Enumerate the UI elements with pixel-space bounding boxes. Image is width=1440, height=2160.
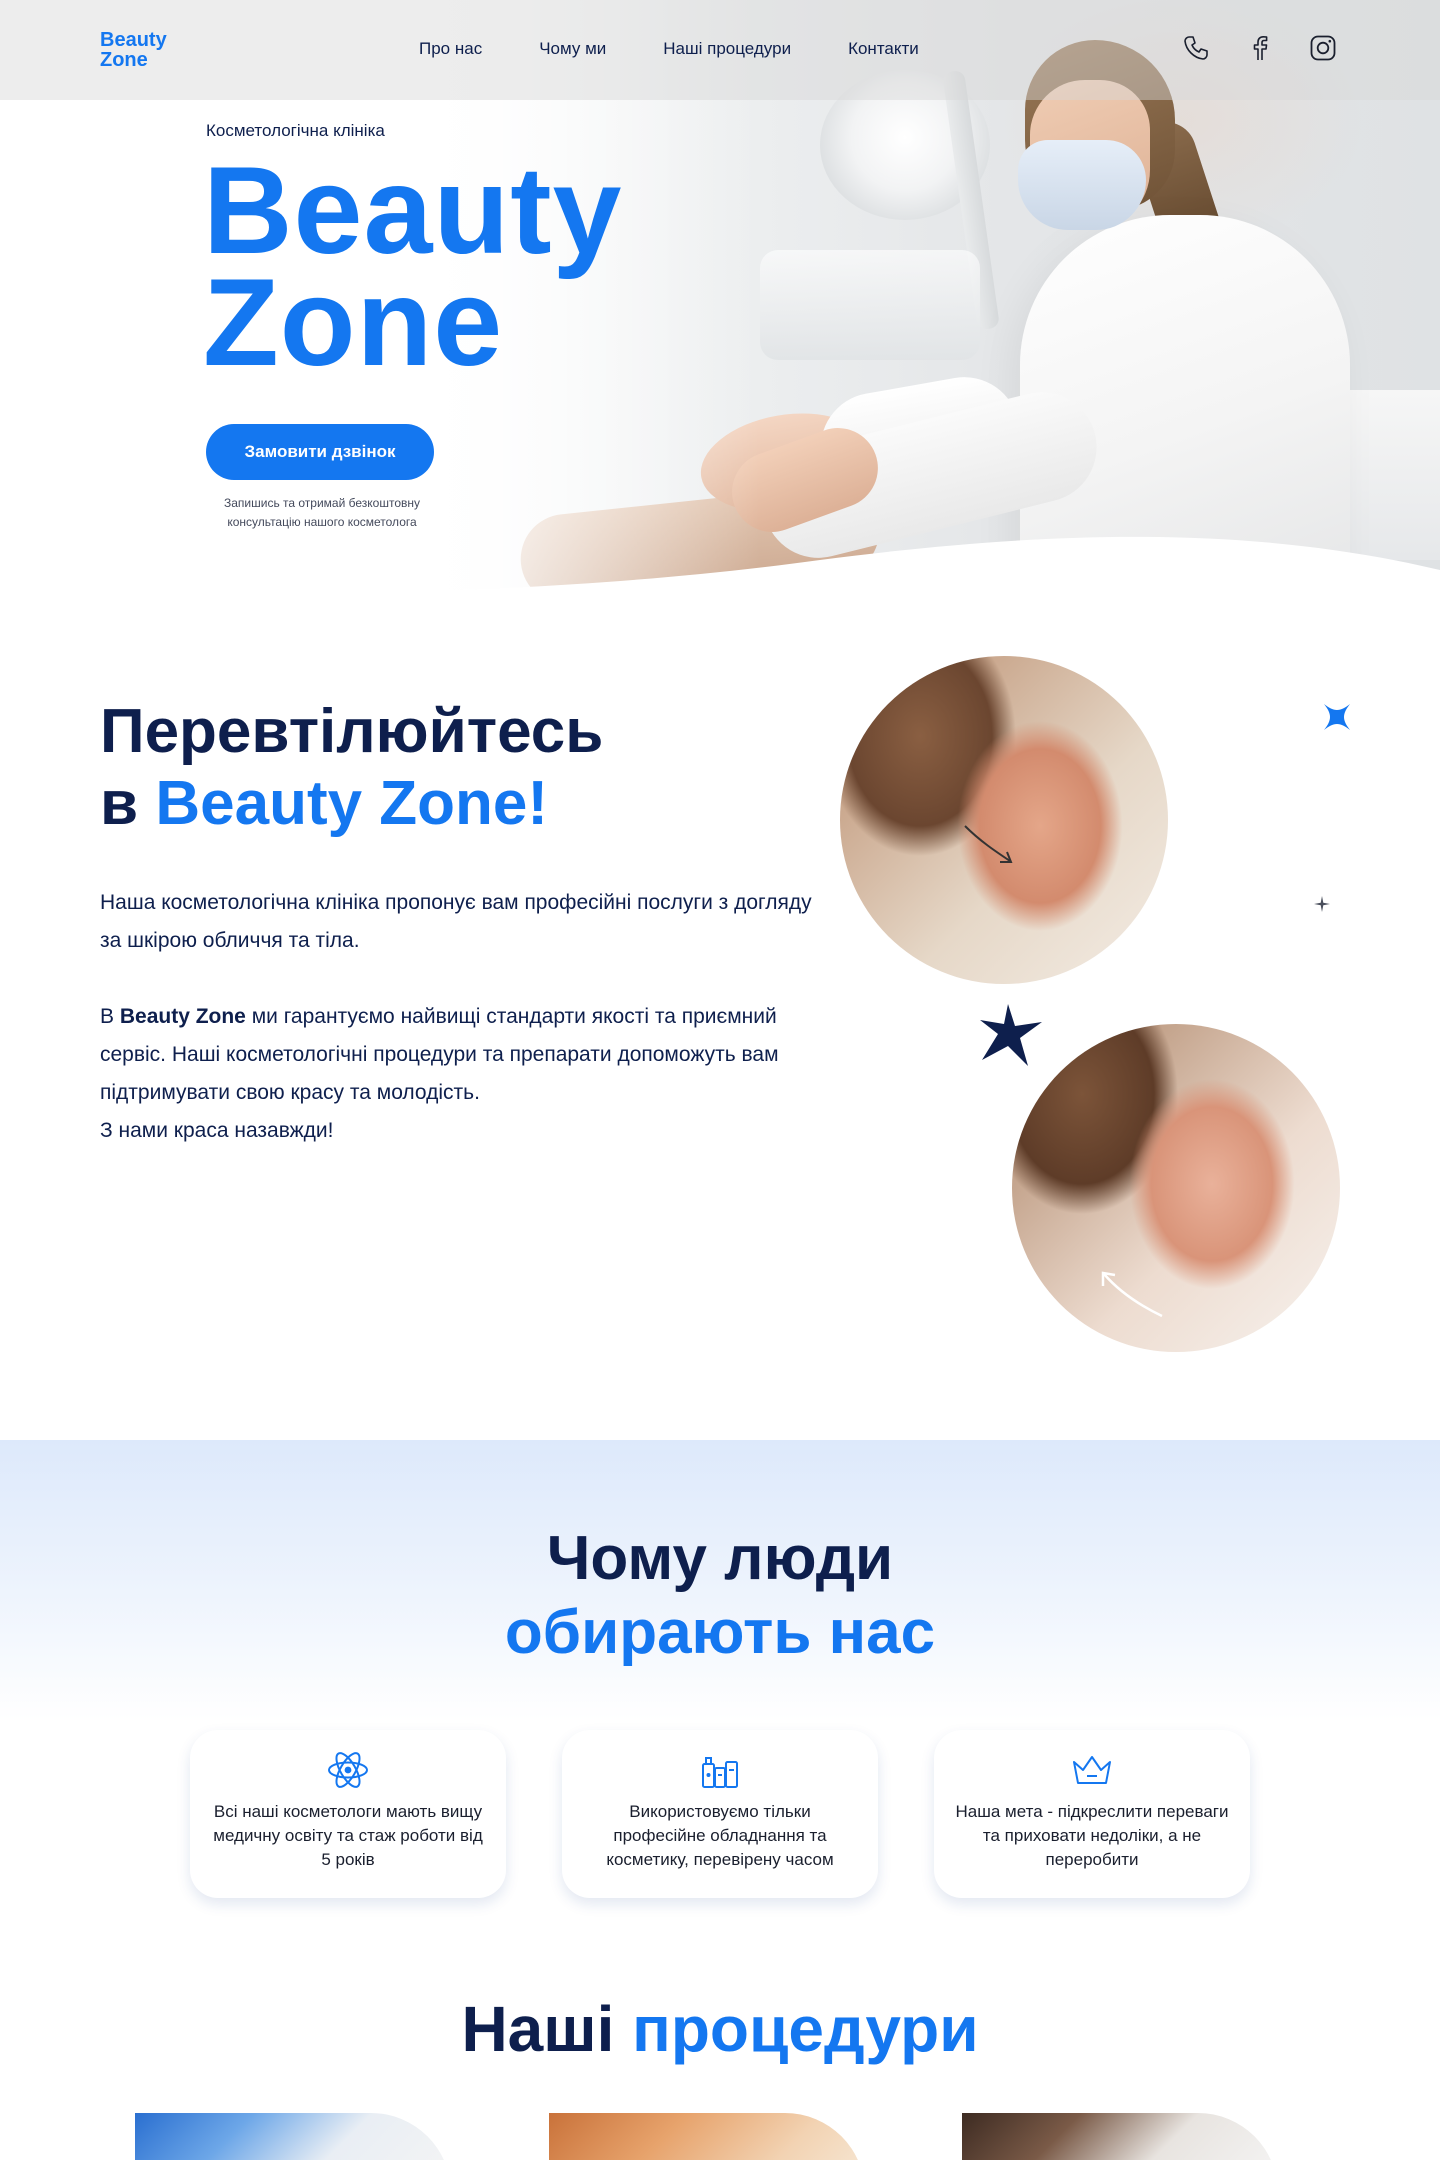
procedure-card-image[interactable] [962,2113,1278,2160]
hero-wave-divider [0,536,1440,600]
why-title-line-2: обирають нас [504,1598,936,1667]
why-card-text: Всі наші косметологи мають вищу медичну … [213,1802,483,1869]
sparkle-blue-icon [1324,704,1350,730]
facebook-icon[interactable] [1245,33,1275,63]
about-text: Наша косметологічна клініка пропонує вам… [100,884,820,1150]
hero-title-line-2: Zone [203,254,504,392]
why-card-goal: Наша мета - підкреслити переваги та прих… [934,1730,1250,1898]
about-paragraph-2-closing: З нами краса назавжди! [100,1119,334,1142]
procedure-card-image[interactable] [135,2113,451,2160]
why-title-line-1: Чому люди [546,1524,894,1593]
why-card-education: Всі наші косметологи мають вищу медичну … [190,1730,506,1898]
about-title: Перевтілюйтесь в Beauty Zone! [100,696,603,840]
about-paragraph-1: Наша косметологічна клініка пропонує вам… [100,891,812,952]
main-nav: Про нас Чому ми Наші процедури Контакти [419,39,919,59]
before-photo [840,656,1168,984]
sparkle-small-icon [1314,896,1330,912]
arrow-down-icon [964,825,1013,863]
cta-note: Запишись та отримай безкоштовну консульт… [223,496,421,529]
procedures-title-accent: процедури [632,1993,979,2065]
site-logo[interactable]: Beauty Zone [100,30,167,70]
about-brand-bold: Beauty Zone [119,1005,246,1028]
about-paragraph-2: В Beauty Zone ми гарантуємо найвищі стан… [100,998,820,1150]
hero-title: Beauty Zone [203,142,623,392]
about-title-line-1: Перевтілюйтесь [100,697,604,766]
nav-link-contacts[interactable]: Контакти [848,39,919,59]
nav-link-about[interactable]: Про нас [419,39,482,59]
hero-kicker: Косметологічна клініка [206,121,385,140]
procedure-card-image[interactable] [549,2113,865,2160]
why-card-text: Наша мета - підкреслити переваги та прих… [955,1802,1229,1869]
logo-line-2: Zone [100,49,148,71]
hero-title-line-1: Beauty [203,142,623,280]
about-paragraph-2-prefix: В [100,1005,120,1028]
procedures-title-main: Наші [461,1993,633,2065]
why-card-equipment: Використовуємо тільки професійне обладна… [562,1730,878,1898]
hero-photo-medical-mask [1018,140,1146,230]
phone-icon[interactable] [1181,33,1211,63]
about-title-prefix: в [100,769,156,838]
after-photo [1012,1024,1340,1352]
instagram-icon[interactable] [1308,33,1338,63]
order-call-button[interactable]: Замовити дзвінок [206,424,434,480]
cosmetics-icon [702,1757,738,1788]
about-title-accent: Beauty Zone! [155,769,549,838]
nav-link-procedures[interactable]: Наші процедури [663,39,791,59]
procedures-title: Наші процедури [0,1992,1440,2066]
arrow-up-icon [1101,1271,1163,1318]
about-title-line-2: в Beauty Zone! [100,768,603,840]
atom-icon [328,1752,368,1788]
why-card-text: Використовуємо тільки професійне обладна… [606,1802,834,1869]
crown-icon [1073,1756,1111,1784]
hero-section: Beauty Zone Про нас Чому ми Наші процеду… [0,0,1440,600]
logo-line-1: Beauty [100,29,167,51]
nav-link-why-us[interactable]: Чому ми [539,39,606,59]
star-navy-icon [980,1004,1042,1066]
why-title: Чому люди обирають нас [0,1522,1440,1670]
hero-photo-shelf [760,250,980,360]
